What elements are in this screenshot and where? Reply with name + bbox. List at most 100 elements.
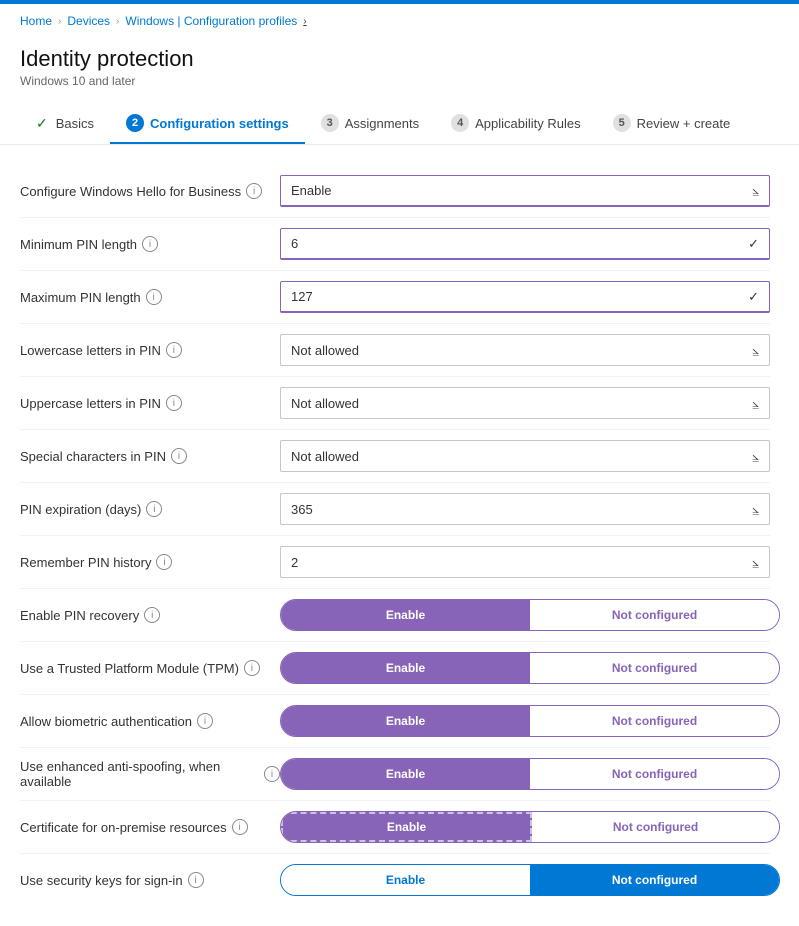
chevron-uppercase: ⦥ — [752, 396, 759, 411]
row-antispoofing: Use enhanced anti-spoofing, when availab… — [20, 748, 770, 801]
toggle-biometric: Enable Not configured — [280, 705, 780, 737]
select-special-value: Not allowed — [291, 449, 359, 464]
breadcrumb-config-profiles[interactable]: Windows | Configuration profiles — [125, 14, 297, 28]
label-certificate: Certificate for on-premise resources i — [20, 819, 280, 835]
tab-configuration[interactable]: 2 Configuration settings — [110, 104, 305, 144]
control-uppercase: Not allowed ⦥ — [280, 387, 770, 419]
toggle-recovery-not-configured[interactable]: Not configured — [530, 600, 779, 630]
select-configure-hello[interactable]: Enable ⦥ — [280, 175, 770, 207]
check-min-pin: ✓ — [748, 236, 759, 252]
info-antispoofing[interactable]: i — [264, 766, 280, 782]
info-configure-hello[interactable]: i — [246, 183, 262, 199]
toggle-antispoofing-enable[interactable]: Enable — [281, 759, 530, 789]
toggle-tpm-not-configured[interactable]: Not configured — [530, 653, 779, 683]
row-tpm: Use a Trusted Platform Module (TPM) i En… — [20, 642, 770, 695]
page-title: Identity protection — [20, 46, 779, 72]
info-certificate[interactable]: i — [232, 819, 248, 835]
toggle-biometric-not-configured[interactable]: Not configured — [530, 706, 779, 736]
control-expiration: 365 ⦥ — [280, 493, 770, 525]
row-securitykeys: Use security keys for sign-in i Enable N… — [20, 854, 770, 906]
info-history[interactable]: i — [156, 554, 172, 570]
select-expiration[interactable]: 365 ⦥ — [280, 493, 770, 525]
breadcrumb-sep-1: › — [58, 16, 61, 27]
select-uppercase[interactable]: Not allowed ⦥ — [280, 387, 770, 419]
select-special[interactable]: Not allowed ⦥ — [280, 440, 770, 472]
row-recovery: Enable PIN recovery i Enable Not configu… — [20, 589, 770, 642]
control-certificate: Enable Not configured — [280, 811, 780, 843]
tab-applicability-num: 4 — [451, 114, 469, 132]
toggle-securitykeys-not-configured[interactable]: Not configured — [530, 865, 779, 895]
tab-basics[interactable]: ✓ Basics — [20, 105, 110, 144]
select-lowercase[interactable]: Not allowed ⦥ — [280, 334, 770, 366]
chevron-expiration: ⦥ — [752, 502, 759, 517]
toggle-certificate-enable[interactable]: Enable — [281, 812, 532, 842]
tab-bar: ✓ Basics 2 Configuration settings 3 Assi… — [0, 104, 799, 145]
toggle-antispoofing-not-configured[interactable]: Not configured — [530, 759, 779, 789]
control-history: 2 ⦥ — [280, 546, 770, 578]
select-history[interactable]: 2 ⦥ — [280, 546, 770, 578]
form-content: Configure Windows Hello for Business i E… — [0, 145, 790, 926]
tab-review-label: Review + create — [637, 116, 731, 131]
tab-configuration-label: Configuration settings — [150, 116, 289, 131]
control-special: Not allowed ⦥ — [280, 440, 770, 472]
info-lowercase[interactable]: i — [166, 342, 182, 358]
row-max-pin: Maximum PIN length i 127 ✓ — [20, 271, 770, 324]
toggle-tpm-enable[interactable]: Enable — [281, 653, 530, 683]
select-lowercase-value: Not allowed — [291, 343, 359, 358]
select-configure-hello-value: Enable — [291, 183, 331, 198]
row-expiration: PIN expiration (days) i 365 ⦥ — [20, 483, 770, 536]
input-min-pin[interactable]: 6 ✓ — [280, 228, 770, 260]
label-tpm: Use a Trusted Platform Module (TPM) i — [20, 660, 280, 676]
row-certificate: Certificate for on-premise resources i E… — [20, 801, 770, 854]
breadcrumb-devices[interactable]: Devices — [67, 14, 110, 28]
row-history: Remember PIN history i 2 ⦥ — [20, 536, 770, 589]
tab-assignments[interactable]: 3 Assignments — [305, 104, 435, 144]
tab-review-num: 5 — [613, 114, 631, 132]
toggle-certificate-not-configured[interactable]: Not configured — [532, 812, 779, 842]
toggle-recovery: Enable Not configured — [280, 599, 780, 631]
tab-review[interactable]: 5 Review + create — [597, 104, 747, 144]
toggle-securitykeys-enable[interactable]: Enable — [281, 865, 530, 895]
toggle-certificate: Enable Not configured — [280, 811, 780, 843]
info-special[interactable]: i — [171, 448, 187, 464]
info-min-pin[interactable]: i — [142, 236, 158, 252]
select-history-value: 2 — [291, 555, 298, 570]
chevron-lowercase: ⦥ — [752, 343, 759, 358]
input-max-pin[interactable]: 127 ✓ — [280, 281, 770, 313]
toggle-biometric-enable[interactable]: Enable — [281, 706, 530, 736]
chevron-history: ⦥ — [752, 555, 759, 570]
toggle-securitykeys: Enable Not configured — [280, 864, 780, 896]
select-uppercase-value: Not allowed — [291, 396, 359, 411]
control-tpm: Enable Not configured — [280, 652, 780, 684]
row-lowercase: Lowercase letters in PIN i Not allowed ⦥ — [20, 324, 770, 377]
breadcrumb-home[interactable]: Home — [20, 14, 52, 28]
toggle-recovery-enable[interactable]: Enable — [281, 600, 530, 630]
info-tpm[interactable]: i — [244, 660, 260, 676]
info-recovery[interactable]: i — [144, 607, 160, 623]
breadcrumb-sep-2: › — [116, 16, 119, 27]
tab-applicability-label: Applicability Rules — [475, 116, 581, 131]
chevron-special: ⦥ — [752, 449, 759, 464]
input-min-pin-value: 6 — [291, 236, 298, 251]
info-uppercase[interactable]: i — [166, 395, 182, 411]
info-biometric[interactable]: i — [197, 713, 213, 729]
info-expiration[interactable]: i — [146, 501, 162, 517]
label-recovery: Enable PIN recovery i — [20, 607, 280, 623]
row-min-pin: Minimum PIN length i 6 ✓ — [20, 218, 770, 271]
label-securitykeys: Use security keys for sign-in i — [20, 872, 280, 888]
toggle-antispoofing: Enable Not configured — [280, 758, 780, 790]
row-configure-hello: Configure Windows Hello for Business i E… — [20, 165, 770, 218]
control-lowercase: Not allowed ⦥ — [280, 334, 770, 366]
control-configure-hello: Enable ⦥ — [280, 175, 770, 207]
select-expiration-value: 365 — [291, 502, 313, 517]
info-max-pin[interactable]: i — [146, 289, 162, 305]
control-recovery: Enable Not configured — [280, 599, 780, 631]
label-special: Special characters in PIN i — [20, 448, 280, 464]
label-min-pin: Minimum PIN length i — [20, 236, 280, 252]
tab-applicability[interactable]: 4 Applicability Rules — [435, 104, 597, 144]
breadcrumb-sep-3: › — [303, 16, 306, 27]
tab-assignments-num: 3 — [321, 114, 339, 132]
info-securitykeys[interactable]: i — [188, 872, 204, 888]
control-antispoofing: Enable Not configured — [280, 758, 780, 790]
label-history: Remember PIN history i — [20, 554, 280, 570]
